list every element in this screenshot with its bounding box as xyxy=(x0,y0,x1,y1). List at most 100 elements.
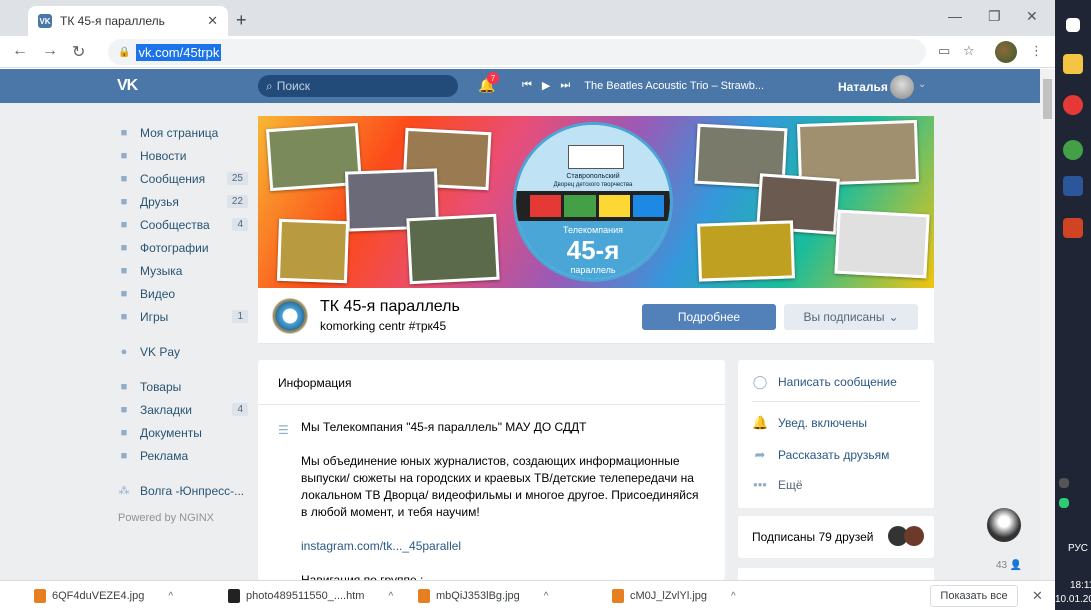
windows-start-icon[interactable] xyxy=(1066,18,1080,32)
menu-label: Закладки xyxy=(140,402,192,417)
menu-item-groups[interactable]: ■ Сообщества 4 xyxy=(118,213,248,236)
menu-count-badge: 25 xyxy=(226,172,248,185)
menu-item-photos[interactable]: ■ Фотографии xyxy=(118,236,248,259)
chevron-up-icon[interactable]: ^ xyxy=(731,591,736,602)
next-track-icon[interactable]: ⏭ xyxy=(560,79,570,92)
restore-icon[interactable]: ❐ xyxy=(988,8,1001,25)
menu-item-group-link[interactable]: ⁂ Волга -Юнпресс-... xyxy=(118,479,248,502)
menu-item-documents[interactable]: ■ Документы xyxy=(118,421,248,444)
menu-item-ads[interactable]: ■ Реклама xyxy=(118,444,248,467)
group-name: ТК 45-я параллель xyxy=(320,298,460,315)
friend-avatar[interactable] xyxy=(904,526,924,546)
download-item[interactable]: mbQiJ353lBg.jpg ^ xyxy=(418,589,548,603)
menu-item-home[interactable]: ■ Моя страница xyxy=(118,121,248,144)
music-icon: ■ xyxy=(120,264,128,277)
minimize-icon[interactable]: — xyxy=(948,8,962,24)
vk-logo-icon[interactable]: VK xyxy=(117,77,138,95)
menu-item-bookmarks[interactable]: ■ Закладки 4 xyxy=(118,398,248,421)
menu-item-news[interactable]: ■ Новости xyxy=(118,144,248,167)
notifications-toggle[interactable]: 🔔 Увед. включены xyxy=(752,415,867,431)
now-playing[interactable]: The Beatles Acoustic Trio – Strawb... xyxy=(584,80,764,92)
chevron-up-icon[interactable]: ^ xyxy=(168,591,173,602)
forward-icon[interactable]: → xyxy=(42,42,58,60)
download-item[interactable]: 6QF4duVEZE4.jpg ^ xyxy=(34,589,173,603)
messages-icon: ■ xyxy=(120,172,128,185)
scrollbar-thumb[interactable] xyxy=(1043,79,1052,119)
search-input[interactable]: ⌕ Поиск xyxy=(258,75,458,97)
cover-photo xyxy=(406,213,500,285)
clock-time[interactable]: 18:11 xyxy=(1070,580,1091,591)
groups-icon: ⁂ xyxy=(118,484,130,497)
chevron-down-icon[interactable]: ⌄ xyxy=(918,79,926,90)
menu-item-vkpay[interactable]: ● VK Pay xyxy=(118,340,248,363)
tab-close-icon[interactable]: ✕ xyxy=(207,13,218,29)
chevron-down-icon: ⌄ xyxy=(888,310,899,324)
menu-item-music[interactable]: ■ Музыка xyxy=(118,259,248,282)
film-strip-icon xyxy=(516,191,670,221)
chat-avatar[interactable] xyxy=(987,508,1021,542)
menu-label: Новости xyxy=(140,148,187,163)
group-cover[interactable]: Ставропольский Дворец детского творчеств… xyxy=(258,116,934,288)
notifications-label: Увед. включены xyxy=(778,416,867,430)
utorrent-icon[interactable] xyxy=(1063,140,1083,160)
language-indicator[interactable]: РУС xyxy=(1068,543,1088,554)
cast-icon[interactable]: ▭ xyxy=(938,43,950,59)
menu-dots-icon[interactable]: ⋮ xyxy=(1030,43,1043,59)
prev-track-icon[interactable]: ⏮ xyxy=(522,79,532,92)
tray-icon[interactable] xyxy=(1059,498,1069,508)
word-icon[interactable] xyxy=(1063,176,1083,196)
subscribed-button[interactable]: Вы подписаны ⌄ xyxy=(784,304,918,330)
search-icon: ⌕ xyxy=(266,78,273,93)
back-icon[interactable]: ← xyxy=(12,42,28,60)
user-avatar[interactable] xyxy=(890,75,914,99)
tray-icon[interactable] xyxy=(1059,478,1069,488)
play-icon[interactable]: ▶ xyxy=(542,79,550,92)
chrome-icon[interactable] xyxy=(1063,95,1083,115)
new-tab-icon[interactable]: + xyxy=(236,10,247,31)
downloads-close-icon[interactable]: ✕ xyxy=(1032,588,1043,604)
menu-item-games[interactable]: ■ Игры 1 xyxy=(118,305,248,328)
download-item[interactable]: photo489511550_....htm ^ xyxy=(228,589,393,603)
share-button[interactable]: ➦ Рассказать друзьям xyxy=(752,447,890,463)
chevron-up-icon[interactable]: ^ xyxy=(388,591,393,602)
downloads-bar: 6QF4duVEZE4.jpg ^ photo489511550_....htm… xyxy=(0,580,1055,610)
image-file-icon xyxy=(418,589,430,603)
friends-subscribed-block[interactable]: Подписаны 79 друзей xyxy=(738,516,934,558)
photos-icon: ■ xyxy=(120,241,128,254)
documents-icon: ■ xyxy=(120,426,128,439)
chevron-up-icon[interactable]: ^ xyxy=(544,591,549,602)
menu-item-video[interactable]: ■ Видео xyxy=(118,282,248,305)
clock-date[interactable]: 10.01.20 xyxy=(1055,594,1091,605)
instagram-link[interactable]: instagram.com/tk..._45parallel xyxy=(301,539,461,553)
info-block: Информация ☰ Мы Телекомпания "45-я парал… xyxy=(258,360,725,587)
powered-by: Powered by NGINX xyxy=(118,512,214,524)
write-message-button[interactable]: ◯ Написать сообщение xyxy=(752,374,897,390)
details-button[interactable]: Подробнее xyxy=(642,304,776,330)
more-button[interactable]: ••• Ещё xyxy=(752,477,802,492)
url-text[interactable]: vk.com/45trpk xyxy=(136,43,222,61)
file-explorer-icon[interactable] xyxy=(1063,54,1083,74)
download-filename: mbQiJ353lBg.jpg xyxy=(436,590,520,602)
menu-label: Товары xyxy=(140,379,182,394)
tv-company-emblem: Ставропольский Дворец детского творчеств… xyxy=(513,122,673,282)
emblem-tvcompany: Телекомпания xyxy=(563,225,623,235)
group-avatar[interactable] xyxy=(272,298,308,334)
menu-label: Игры xyxy=(140,309,169,324)
address-bar[interactable]: 🔒 vk.com/45trpk xyxy=(108,39,926,65)
games-icon: ■ xyxy=(120,310,128,323)
download-item[interactable]: cM0J_lZvlYl.jpg ^ xyxy=(612,589,736,603)
reload-icon[interactable]: ↻ xyxy=(72,42,85,62)
menu-item-messages[interactable]: ■ Сообщения 25 xyxy=(118,167,248,190)
page-scrollbar[interactable] xyxy=(1040,69,1055,580)
bookmark-star-icon[interactable]: ☆ xyxy=(963,43,975,59)
browser-tab[interactable]: VK ТК 45-я параллель ✕ xyxy=(28,6,228,36)
window-close-icon[interactable]: ✕ xyxy=(1026,8,1038,25)
emblem-parallel: параллель xyxy=(570,265,616,275)
emblem-palace: Дворец детского творчества xyxy=(553,182,633,188)
show-all-downloads-button[interactable]: Показать все xyxy=(930,585,1018,607)
menu-item-goods[interactable]: ■ Товары xyxy=(118,375,248,398)
menu-item-friends[interactable]: ■ Друзья 22 xyxy=(118,190,248,213)
profile-avatar[interactable] xyxy=(995,41,1017,63)
user-name[interactable]: Наталья xyxy=(838,80,888,94)
powerpoint-icon[interactable] xyxy=(1063,218,1083,238)
